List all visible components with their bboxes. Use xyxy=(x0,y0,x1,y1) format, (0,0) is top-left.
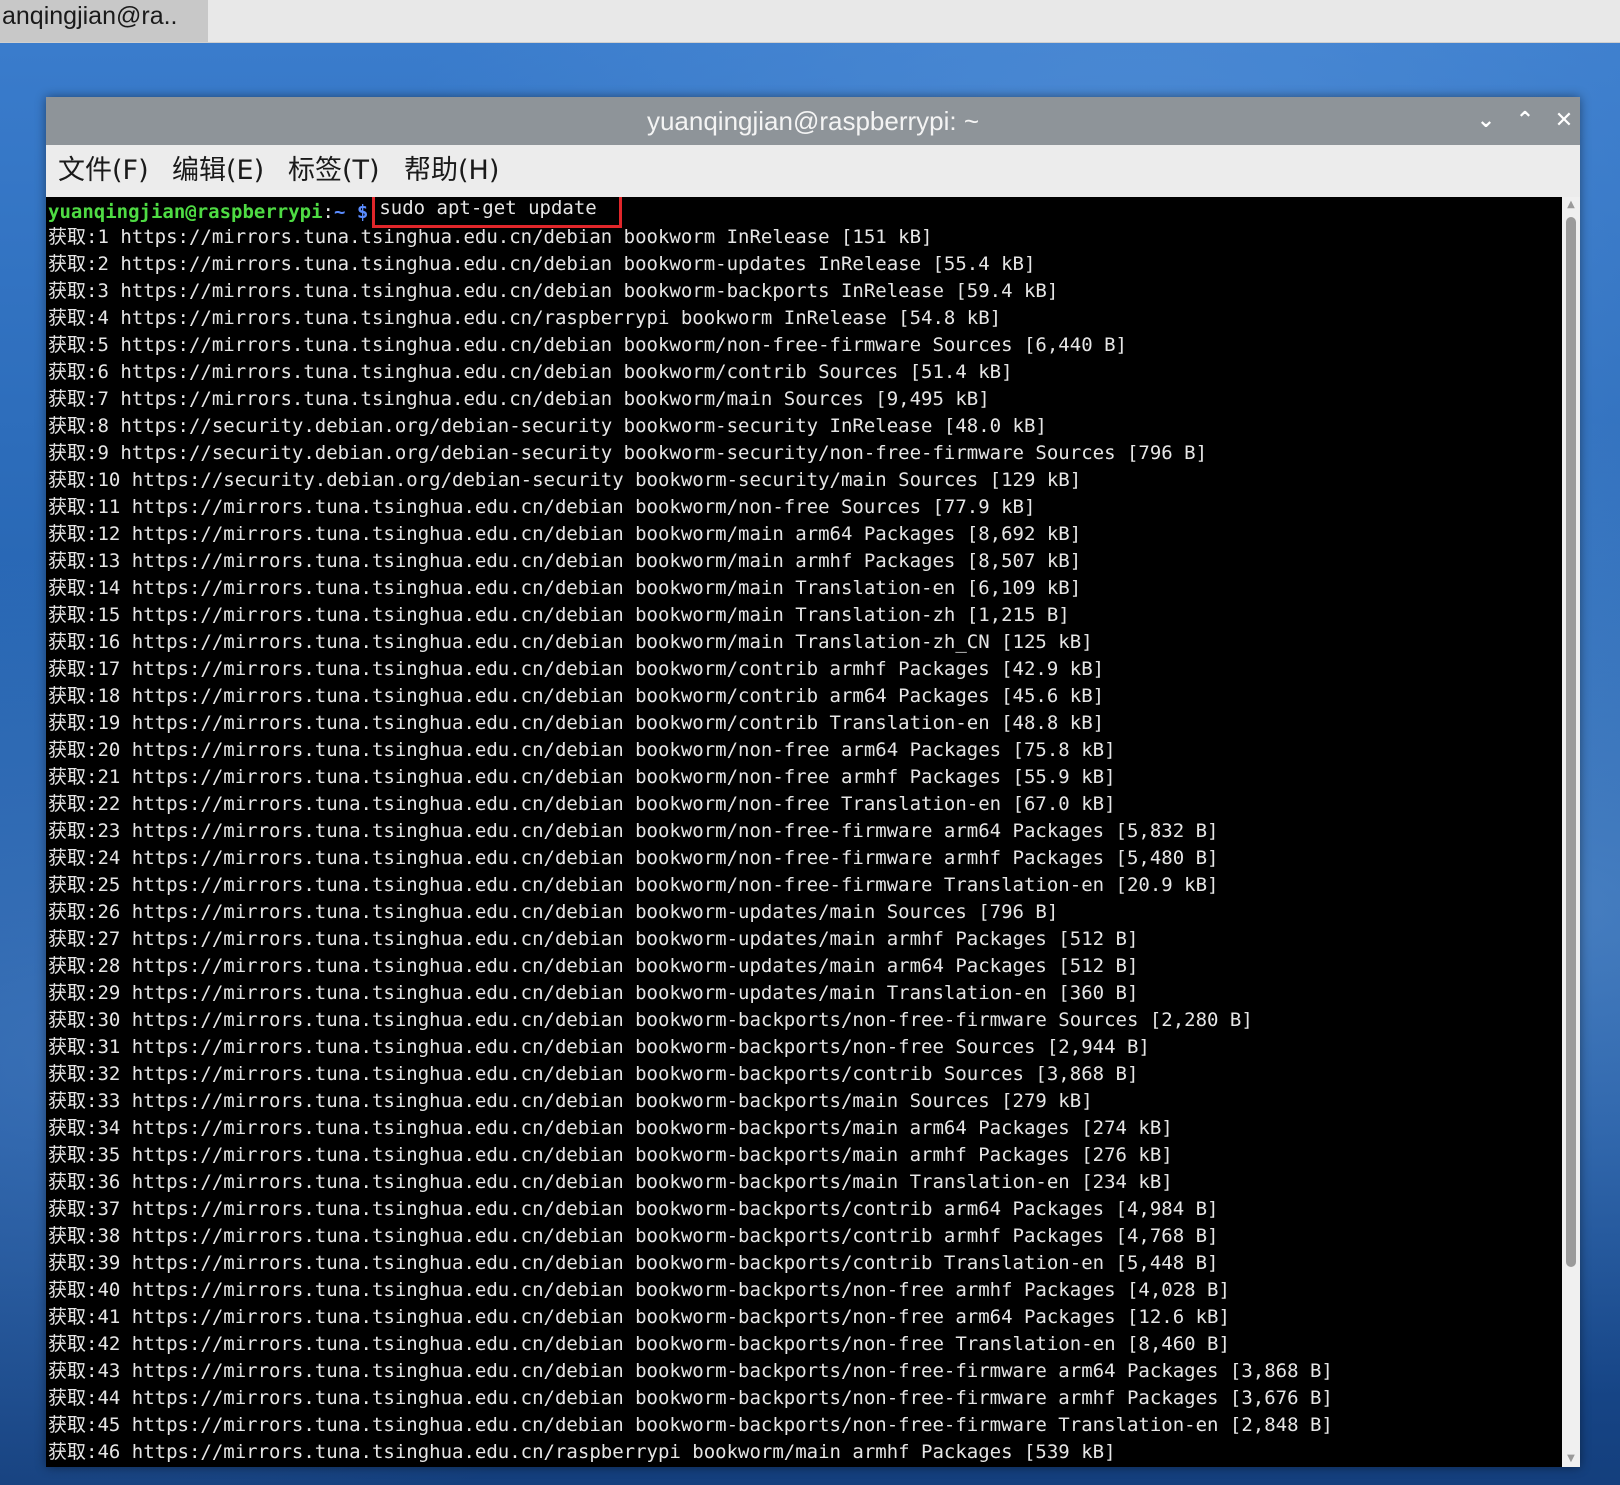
menu-bar: 文件(F) 编辑(E) 标签(T) 帮助(H) xyxy=(46,145,1580,197)
output-line: 获取:35 https://mirrors.tuna.tsinghua.edu.… xyxy=(48,1144,1173,1166)
output-line: 获取:43 https://mirrors.tuna.tsinghua.edu.… xyxy=(48,1360,1333,1382)
output-line: 获取:12 https://mirrors.tuna.tsinghua.edu.… xyxy=(48,523,1082,545)
output-line: 获取:9 https://security.debian.org/debian-… xyxy=(48,442,1208,464)
output-line: 获取:40 https://mirrors.tuna.tsinghua.edu.… xyxy=(48,1279,1230,1301)
prompt-user: yuanqingjian@raspberrypi xyxy=(48,201,323,223)
output-line: 获取:15 https://mirrors.tuna.tsinghua.edu.… xyxy=(48,604,1070,626)
menu-edit[interactable]: 编辑(E) xyxy=(172,151,264,191)
output-line: 获取:14 https://mirrors.tuna.tsinghua.edu.… xyxy=(48,577,1082,599)
output-line: 获取:6 https://mirrors.tuna.tsinghua.edu.c… xyxy=(48,361,1013,383)
output-lines: 获取:1 https://mirrors.tuna.tsinghua.edu.c… xyxy=(46,224,1562,1466)
output-line: 获取:46 https://mirrors.tuna.tsinghua.edu.… xyxy=(48,1441,1116,1463)
menu-help[interactable]: 帮助(H) xyxy=(404,151,499,191)
output-line: 获取:26 https://mirrors.tuna.tsinghua.edu.… xyxy=(48,901,1059,923)
output-line: 获取:44 https://mirrors.tuna.tsinghua.edu.… xyxy=(48,1387,1333,1409)
output-line: 获取:27 https://mirrors.tuna.tsinghua.edu.… xyxy=(48,928,1139,950)
output-line: 获取:25 https://mirrors.tuna.tsinghua.edu.… xyxy=(48,874,1219,896)
output-line: 获取:8 https://security.debian.org/debian-… xyxy=(48,415,1047,437)
vertical-scrollbar[interactable]: ▲ ▼ xyxy=(1562,197,1580,1467)
minimize-button[interactable]: ⌄ xyxy=(1470,105,1502,137)
output-line: 获取:20 https://mirrors.tuna.tsinghua.edu.… xyxy=(48,739,1116,761)
output-line: 获取:45 https://mirrors.tuna.tsinghua.edu.… xyxy=(48,1414,1333,1436)
output-line: 获取:34 https://mirrors.tuna.tsinghua.edu.… xyxy=(48,1117,1173,1139)
output-line: 获取:22 https://mirrors.tuna.tsinghua.edu.… xyxy=(48,793,1116,815)
output-line: 获取:21 https://mirrors.tuna.tsinghua.edu.… xyxy=(48,766,1116,788)
output-line: 获取:42 https://mirrors.tuna.tsinghua.edu.… xyxy=(48,1333,1230,1355)
output-line: 获取:38 https://mirrors.tuna.tsinghua.edu.… xyxy=(48,1225,1219,1247)
scrollbar-thumb[interactable] xyxy=(1566,217,1576,1267)
output-line: 获取:18 https://mirrors.tuna.tsinghua.edu.… xyxy=(48,685,1105,707)
output-line: 获取:16 https://mirrors.tuna.tsinghua.edu.… xyxy=(48,631,1093,653)
menu-tabs[interactable]: 标签(T) xyxy=(288,151,380,191)
chevron-down-icon: ⌄ xyxy=(1476,108,1496,133)
taskbar: anqingjian@ra.. xyxy=(0,0,1620,43)
output-line: 获取:33 https://mirrors.tuna.tsinghua.edu.… xyxy=(48,1090,1093,1112)
scroll-down-arrow-icon[interactable]: ▼ xyxy=(1562,1451,1580,1467)
window-titlebar[interactable]: yuanqingjian@raspberrypi: ~ ⌄ ⌃ ✕ xyxy=(46,97,1580,145)
menu-file[interactable]: 文件(F) xyxy=(58,151,149,191)
output-line: 获取:13 https://mirrors.tuna.tsinghua.edu.… xyxy=(48,550,1082,572)
output-line: 获取:2 https://mirrors.tuna.tsinghua.edu.c… xyxy=(48,253,1036,275)
output-line: 获取:1 https://mirrors.tuna.tsinghua.edu.c… xyxy=(48,226,933,248)
prompt-separator: : xyxy=(322,201,334,223)
command-text: sudo apt-get update xyxy=(379,197,597,219)
output-line: 获取:37 https://mirrors.tuna.tsinghua.edu.… xyxy=(48,1198,1219,1220)
output-line: 获取:39 https://mirrors.tuna.tsinghua.edu.… xyxy=(48,1252,1219,1274)
output-line: 获取:41 https://mirrors.tuna.tsinghua.edu.… xyxy=(48,1306,1230,1328)
output-line: 获取:7 https://mirrors.tuna.tsinghua.edu.c… xyxy=(48,388,990,410)
terminal-output[interactable]: yuanqingjian@raspberrypi:~ $ sudo apt-get… xyxy=(46,197,1562,1467)
output-line: 获取:4 https://mirrors.tuna.tsinghua.edu.c… xyxy=(48,307,1002,329)
prompt-line: yuanqingjian@raspberrypi:~ $ sudo apt-get… xyxy=(46,197,1562,228)
output-line: 获取:32 https://mirrors.tuna.tsinghua.edu.… xyxy=(48,1063,1139,1085)
output-line: 获取:24 https://mirrors.tuna.tsinghua.edu.… xyxy=(48,847,1219,869)
maximize-button[interactable]: ⌃ xyxy=(1509,105,1541,137)
output-line: 获取:17 https://mirrors.tuna.tsinghua.edu.… xyxy=(48,658,1105,680)
output-line: 获取:5 https://mirrors.tuna.tsinghua.edu.c… xyxy=(48,334,1127,356)
terminal-window: yuanqingjian@raspberrypi: ~ ⌄ ⌃ ✕ 文件(F) … xyxy=(46,97,1580,1467)
close-icon: ✕ xyxy=(1554,108,1574,133)
output-line: 获取:3 https://mirrors.tuna.tsinghua.edu.c… xyxy=(48,280,1059,302)
output-line: 获取:31 https://mirrors.tuna.tsinghua.edu.… xyxy=(48,1036,1150,1058)
prompt-path: ~ xyxy=(334,201,346,223)
output-line: 获取:28 https://mirrors.tuna.tsinghua.edu.… xyxy=(48,955,1139,977)
output-line: 获取:10 https://security.debian.org/debian… xyxy=(48,469,1082,491)
prompt-dollar: $ xyxy=(356,201,369,223)
taskbar-window-button[interactable]: anqingjian@ra.. xyxy=(0,0,208,42)
chevron-up-icon: ⌃ xyxy=(1515,108,1535,133)
output-line: 获取:36 https://mirrors.tuna.tsinghua.edu.… xyxy=(48,1171,1173,1193)
window-title: yuanqingjian@raspberrypi: ~ xyxy=(646,106,980,136)
output-line: 获取:30 https://mirrors.tuna.tsinghua.edu.… xyxy=(48,1009,1253,1031)
output-line: 获取:23 https://mirrors.tuna.tsinghua.edu.… xyxy=(48,820,1219,842)
output-line: 获取:19 https://mirrors.tuna.tsinghua.edu.… xyxy=(48,712,1105,734)
close-button[interactable]: ✕ xyxy=(1548,105,1580,137)
scroll-up-arrow-icon[interactable]: ▲ xyxy=(1562,197,1580,213)
command-highlight-box: sudo apt-get update xyxy=(372,197,622,228)
output-line: 获取:11 https://mirrors.tuna.tsinghua.edu.… xyxy=(48,496,1036,518)
output-line: 获取:29 https://mirrors.tuna.tsinghua.edu.… xyxy=(48,982,1139,1004)
